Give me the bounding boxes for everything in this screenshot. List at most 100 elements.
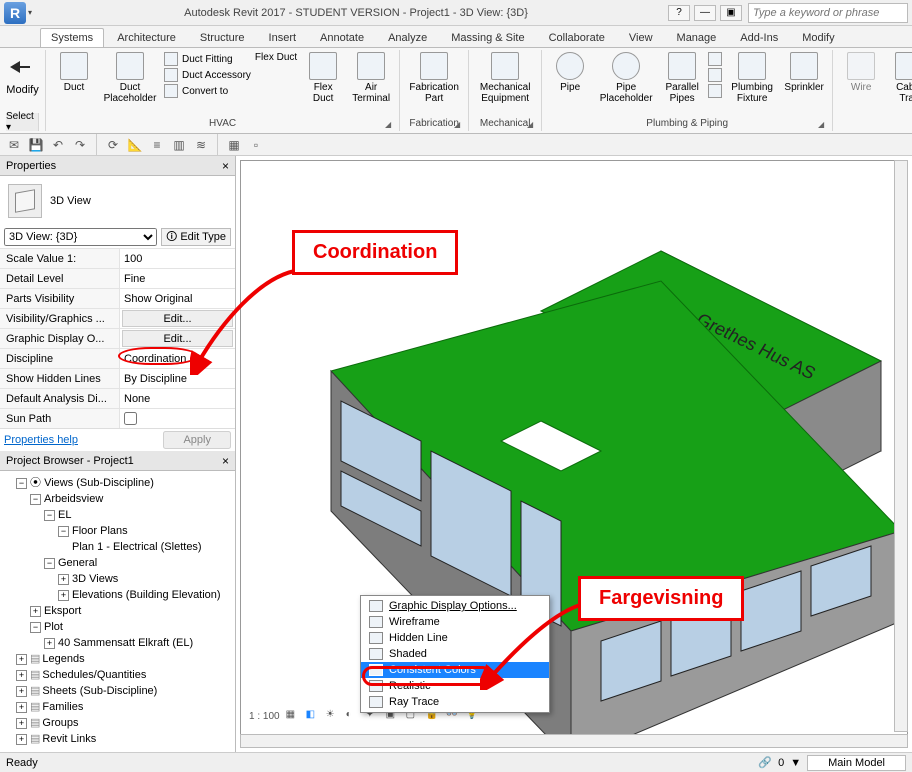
pipe-button[interactable]: Pipe: [548, 52, 592, 93]
prop-value[interactable]: [120, 412, 235, 425]
filter-icon[interactable]: ▼: [790, 757, 801, 769]
apply-button[interactable]: Apply: [163, 431, 231, 449]
select-dropdown[interactable]: Select ▾: [6, 113, 39, 131]
open-icon[interactable]: ✉: [6, 137, 22, 153]
help-button[interactable]: ?: [668, 5, 690, 21]
tree-eksport[interactable]: +Eksport: [30, 603, 233, 619]
tree-elevations[interactable]: +Elevations (Building Elevation): [58, 587, 233, 603]
flex-duct-small-button[interactable]: Flex Duct: [255, 52, 297, 63]
section-icon[interactable]: ▥: [171, 137, 187, 153]
fabrication-part-button[interactable]: Fabrication Part: [406, 52, 462, 104]
duct-accessory-button[interactable]: Duct Accessory: [164, 68, 251, 82]
undo-icon[interactable]: ↶: [50, 137, 66, 153]
pp-small-2[interactable]: [708, 68, 722, 82]
air-terminal-button[interactable]: Air Terminal: [349, 52, 393, 104]
properties-help-link[interactable]: Properties help: [4, 434, 78, 446]
tab-add-ins[interactable]: Add-Ins: [729, 28, 789, 47]
tab-massing-site[interactable]: Massing & Site: [440, 28, 535, 47]
close-icon[interactable]: ×: [222, 159, 229, 173]
sync-icon[interactable]: ⟳: [105, 137, 121, 153]
tab-systems[interactable]: Systems: [40, 28, 104, 47]
tab-collaborate[interactable]: Collaborate: [538, 28, 616, 47]
parallel-pipes-button[interactable]: Parallel Pipes: [660, 52, 704, 104]
search-input[interactable]: [748, 3, 908, 23]
ctx-consistent-colors[interactable]: Consistent Colors: [361, 662, 549, 678]
app-menu-button[interactable]: R: [4, 2, 26, 24]
tree-families[interactable]: +Families: [16, 699, 233, 715]
tree-floor-plans[interactable]: −Floor Plans Plan 1 - Electrical (Slette…: [58, 523, 233, 555]
ctx-realistic[interactable]: Realistic: [361, 678, 549, 694]
pp-small-3[interactable]: [708, 84, 722, 98]
measure-icon[interactable]: 📐: [127, 137, 143, 153]
tree-3d-views[interactable]: +3D Views: [58, 571, 233, 587]
close-icon[interactable]: ×: [222, 454, 229, 468]
prop-parts-visibility[interactable]: Parts VisibilityShow Original: [0, 288, 235, 308]
sprinkler-button[interactable]: Sprinkler: [782, 52, 826, 93]
modify-button[interactable]: Modify: [6, 52, 39, 96]
tab-manage[interactable]: Manage: [666, 28, 728, 47]
sun-path-icon[interactable]: ☀: [326, 709, 340, 723]
tree-revit-links[interactable]: +Revit Links: [16, 731, 233, 747]
panel-launcher-icon[interactable]: ◢: [818, 120, 824, 129]
edit-button[interactable]: Edit...: [122, 330, 233, 347]
properties-type-selector[interactable]: 3D View: [0, 176, 235, 226]
save-icon[interactable]: 💾: [28, 137, 44, 153]
mechanical-equipment-button[interactable]: Mechanical Equipment: [475, 52, 535, 104]
sun-path-checkbox[interactable]: [124, 412, 137, 425]
app-menu-arrow-icon[interactable]: ▾: [28, 8, 32, 17]
pp-small-1[interactable]: [708, 52, 722, 66]
prop-sun-path[interactable]: Sun Path: [0, 408, 235, 428]
duct-placeholder-button[interactable]: Duct Placeholder: [100, 52, 160, 104]
tree-plot-item[interactable]: +40 Sammensatt Elkraft (EL): [44, 635, 233, 651]
tab-view[interactable]: View: [618, 28, 664, 47]
pipe-placeholder-button[interactable]: Pipe Placeholder: [596, 52, 656, 104]
detail-level-icon[interactable]: ▦: [286, 709, 300, 723]
shadows-icon[interactable]: ◐: [346, 709, 360, 723]
redo-icon[interactable]: ↷: [72, 137, 88, 153]
properties-header[interactable]: Properties ×: [0, 156, 235, 176]
tree-general[interactable]: −General +3D Views +Elevations (Building…: [44, 555, 233, 603]
prop-default-analysis[interactable]: Default Analysis Di...None: [0, 388, 235, 408]
wire-button[interactable]: Wire: [839, 52, 883, 93]
tab-structure[interactable]: Structure: [189, 28, 256, 47]
tree-plot[interactable]: −Plot +40 Sammensatt Elkraft (EL): [30, 619, 233, 651]
duct-button[interactable]: Duct: [52, 52, 96, 93]
cable-tray-button[interactable]: Cable Tray: [887, 52, 912, 104]
tab-modify[interactable]: Modify: [791, 28, 845, 47]
project-browser-tree[interactable]: −⦿ Views (Sub-Discipline) −Arbeidsview −…: [0, 471, 235, 752]
prop-value[interactable]: Fine: [120, 273, 235, 285]
ctx-wireframe[interactable]: Wireframe: [361, 614, 549, 630]
tree-legends[interactable]: +Legends: [16, 651, 233, 667]
tree-plan1[interactable]: Plan 1 - Electrical (Slettes): [72, 539, 233, 555]
prop-value[interactable]: Show Original: [120, 293, 235, 305]
ctx-hidden-line[interactable]: Hidden Line: [361, 630, 549, 646]
minimize-button[interactable]: —: [694, 5, 716, 21]
duct-fitting-button[interactable]: Duct Fitting: [164, 52, 251, 66]
prop-show-hidden[interactable]: Show Hidden LinesBy Discipline: [0, 368, 235, 388]
instance-selector[interactable]: 3D View: {3D}: [4, 228, 157, 246]
maximize-button[interactable]: ▣: [720, 5, 742, 21]
tab-analyze[interactable]: Analyze: [377, 28, 438, 47]
visual-style-icon[interactable]: ◧: [306, 709, 320, 723]
ctx-shaded[interactable]: Shaded: [361, 646, 549, 662]
workset-selector[interactable]: Main Model: [807, 755, 906, 771]
prop-value[interactable]: By Discipline: [120, 373, 235, 385]
tree-sheets[interactable]: +Sheets (Sub-Discipline): [16, 683, 233, 699]
prop-value[interactable]: None: [120, 393, 235, 405]
vertical-scrollbar[interactable]: [894, 160, 908, 732]
prop-graphic-display[interactable]: Graphic Display O...Edit...: [0, 328, 235, 348]
tree-groups[interactable]: +Groups: [16, 715, 233, 731]
selection-count-icon[interactable]: 🔗: [758, 756, 772, 769]
prop-visibility-graphics[interactable]: Visibility/Graphics ...Edit...: [0, 308, 235, 328]
flex-duct-button[interactable]: Flex Duct: [301, 52, 345, 104]
thin-lines-icon[interactable]: ≋: [193, 137, 209, 153]
edit-button[interactable]: Edit...: [122, 310, 233, 327]
panel-launcher-icon[interactable]: ◢: [385, 120, 391, 129]
tab-architecture[interactable]: Architecture: [106, 28, 187, 47]
tab-annotate[interactable]: Annotate: [309, 28, 375, 47]
prop-discipline[interactable]: DisciplineCoordination: [0, 348, 235, 368]
close-views-icon[interactable]: ▦: [226, 137, 242, 153]
tree-root[interactable]: −⦿ Views (Sub-Discipline) −Arbeidsview −…: [16, 475, 233, 651]
switch-window-icon[interactable]: ▫: [248, 137, 264, 153]
prop-value[interactable]: Coordination: [120, 353, 235, 365]
